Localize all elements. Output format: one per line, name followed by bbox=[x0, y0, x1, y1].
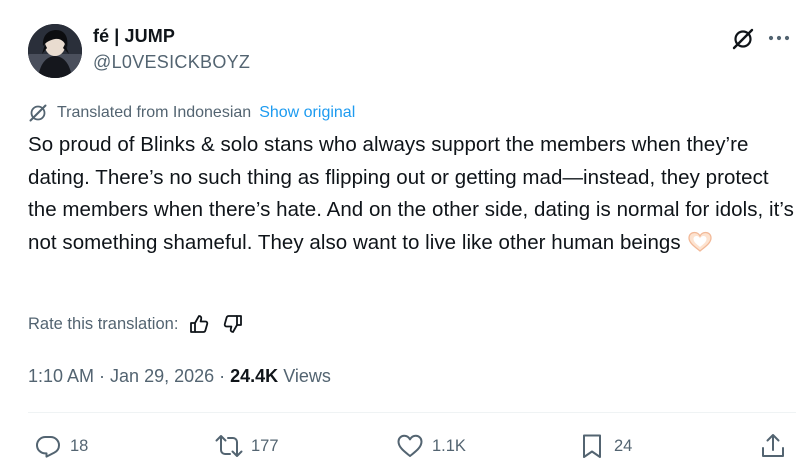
tweet-card: fé | JUMP @L0VESICKBOYZ Translated from … bbox=[0, 0, 809, 470]
thumbs-down-icon[interactable] bbox=[222, 313, 244, 335]
bookmark-button[interactable]: 24 bbox=[578, 432, 632, 460]
reply-icon bbox=[36, 436, 60, 458]
reply-count: 18 bbox=[70, 436, 89, 455]
tweet-time[interactable]: 1:10 AM bbox=[28, 366, 94, 387]
views-count: 24.4K bbox=[230, 365, 279, 386]
like-count: 1.1K bbox=[432, 436, 466, 455]
share-button[interactable] bbox=[759, 432, 787, 460]
divider bbox=[28, 412, 796, 413]
avatar[interactable] bbox=[28, 24, 82, 78]
show-original-link[interactable]: Show original bbox=[259, 104, 355, 122]
bookmark-count: 24 bbox=[614, 436, 633, 455]
views-label: Views bbox=[283, 365, 331, 386]
reply-button[interactable]: 18 bbox=[34, 432, 88, 460]
author-handle[interactable]: @L0VESICKBOYZ bbox=[93, 52, 250, 73]
meta-separator: · bbox=[94, 365, 111, 386]
grok-slash-icon[interactable] bbox=[731, 27, 755, 51]
tweet-date[interactable]: Jan 29, 2026 bbox=[110, 366, 214, 387]
bookmark-icon bbox=[583, 434, 601, 458]
thumbs-up-icon[interactable] bbox=[188, 313, 210, 335]
rate-translation: Rate this translation: bbox=[28, 312, 244, 336]
heart-icon bbox=[397, 434, 423, 457]
heart-hands-emoji bbox=[687, 231, 713, 253]
translation-label: Translated from Indonesian bbox=[57, 104, 252, 121]
retweet-count: 177 bbox=[251, 436, 279, 455]
translate-icon bbox=[28, 103, 48, 123]
retweet-icon bbox=[215, 435, 243, 457]
rate-label: Rate this translation: bbox=[28, 314, 179, 333]
more-dots-icon[interactable] bbox=[766, 26, 792, 50]
translation-notice: Translated from Indonesian Show original bbox=[28, 102, 355, 124]
tweet-body: So proud of Blinks & solo stans who alwa… bbox=[28, 133, 794, 254]
tweet-meta: 1:10 AM · Jan 29, 2026 · 24.4K Views bbox=[28, 364, 331, 388]
retweet-button[interactable]: 177 bbox=[215, 432, 279, 460]
share-icon bbox=[762, 434, 784, 457]
author-display-name[interactable]: fé | JUMP bbox=[93, 26, 175, 47]
meta-separator: · bbox=[214, 365, 231, 386]
tweet-text: So proud of Blinks & solo stans who alwa… bbox=[28, 129, 796, 259]
avatar-image bbox=[28, 24, 82, 78]
like-button[interactable]: 1.1K bbox=[396, 432, 466, 460]
